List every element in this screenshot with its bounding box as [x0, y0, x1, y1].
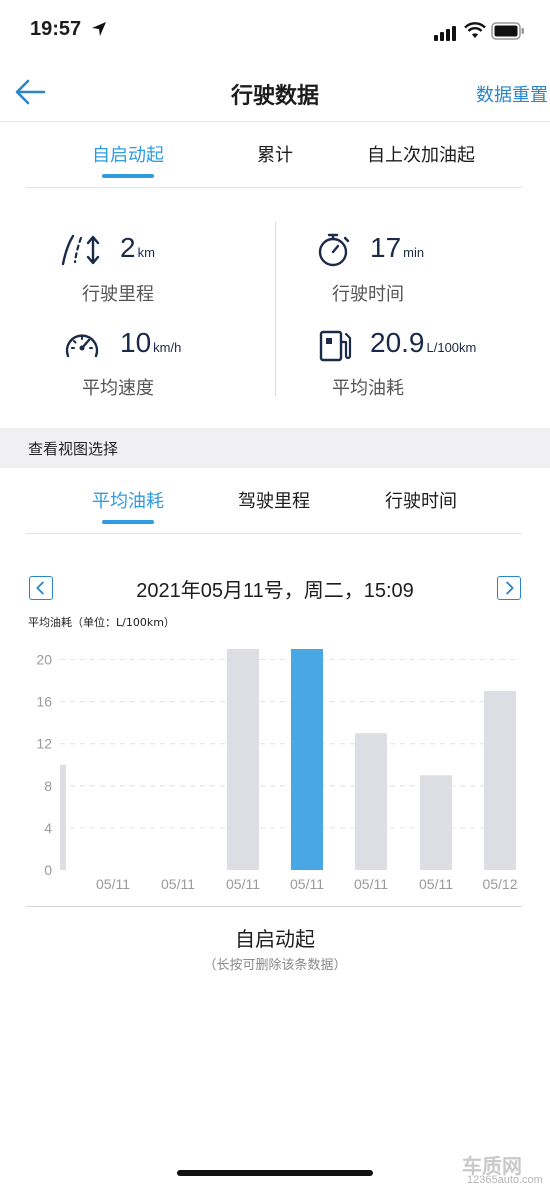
- x-tick-label: 05/12: [482, 876, 517, 892]
- status-time: 19:57: [30, 18, 82, 40]
- selected-bar[interactable]: [291, 649, 323, 870]
- distance-label: 行驶里程: [82, 284, 154, 305]
- page-title: 行驶数据: [230, 84, 319, 109]
- bar[interactable]: [355, 733, 387, 870]
- tab-since-start[interactable]: 自启动起: [92, 141, 164, 167]
- tab-avg-fuel[interactable]: 平均油耗: [92, 487, 164, 513]
- reset-data-button[interactable]: 数据重置: [476, 81, 548, 107]
- wifi-icon: [464, 22, 486, 38]
- selected-date: 2021年05月11号，周二，15:09: [136, 580, 414, 602]
- bar[interactable]: [420, 775, 452, 870]
- battery-icon: [491, 22, 524, 40]
- time-label: 行驶时间: [332, 284, 404, 305]
- nav-header: 行驶数据 数据重置: [0, 62, 550, 122]
- fuel-value: 20.9 L/100km: [370, 327, 477, 358]
- fuel-label: 平均油耗: [332, 378, 404, 399]
- chart-unit-label: 平均油耗（单位：L/100km）: [28, 616, 175, 629]
- cellular-signal-icon: [434, 26, 456, 41]
- x-tick-label: 05/11: [290, 876, 324, 892]
- record-title: 自启动起: [235, 927, 315, 951]
- x-tick-label: 05/11: [354, 876, 388, 892]
- active-view-indicator: [102, 520, 154, 524]
- speedometer-icon: [65, 334, 99, 358]
- tab-driving-time[interactable]: 行驶时间: [385, 487, 457, 513]
- record-hint: （长按可删除该条数据）: [203, 958, 347, 973]
- chart-divider: [26, 906, 522, 907]
- speed-value: 10 km/h: [120, 327, 182, 358]
- view-selection-header: 查看视图选择: [0, 428, 550, 468]
- trip-stats-panel: 2 km 行驶里程 17 min 行驶时间 10 km/h 平均速度 20.9 L/10…: [0, 210, 550, 420]
- watermark-url: 12365auto.com: [467, 1174, 543, 1186]
- next-date-button[interactable]: [497, 576, 521, 600]
- y-tick-label: 0: [44, 862, 52, 878]
- home-indicator: [177, 1170, 373, 1176]
- view-tabs: 平均油耗 驾驶里程 行驶时间: [26, 468, 522, 534]
- y-tick-label: 12: [36, 736, 52, 752]
- tab-since-refuel[interactable]: 自上次加油起: [367, 141, 475, 167]
- y-tick-label: 4: [44, 820, 52, 836]
- tab-driving-distance[interactable]: 驾驶里程: [238, 487, 310, 513]
- stopwatch-icon: [318, 233, 350, 267]
- x-tick-label: 05/11: [161, 876, 195, 892]
- view-selection-label: 查看视图选择: [28, 440, 119, 458]
- fuel-consumption-bar-chart: 0 4 8 12 16 20 05/11 05/11 05/11 05/11 05/11 05/11 0…: [36, 649, 520, 892]
- stats-divider: [275, 222, 276, 396]
- y-tick-label: 8: [44, 778, 52, 794]
- tab-cumulative[interactable]: 累计: [257, 141, 293, 167]
- active-tab-indicator: [102, 174, 154, 178]
- status-bar: 19:57: [0, 0, 550, 62]
- bar[interactable]: [60, 764, 66, 870]
- x-tick-label: 05/11: [96, 876, 130, 892]
- time-value: 17 min: [370, 232, 425, 263]
- fuel-pump-icon: [319, 330, 352, 362]
- y-tick-label: 16: [36, 694, 52, 710]
- x-tick-label: 05/11: [419, 876, 453, 892]
- road-icon: [61, 234, 100, 266]
- distance-value: 2 km: [120, 232, 155, 263]
- range-tabs: 自启动起 累计 自上次加油起: [26, 122, 522, 188]
- bar[interactable]: [227, 649, 259, 870]
- bar[interactable]: [484, 691, 516, 870]
- y-tick-label: 20: [36, 652, 52, 668]
- location-arrow-icon: [92, 22, 106, 36]
- x-tick-label: 05/11: [226, 876, 260, 892]
- speed-label: 平均速度: [82, 378, 154, 399]
